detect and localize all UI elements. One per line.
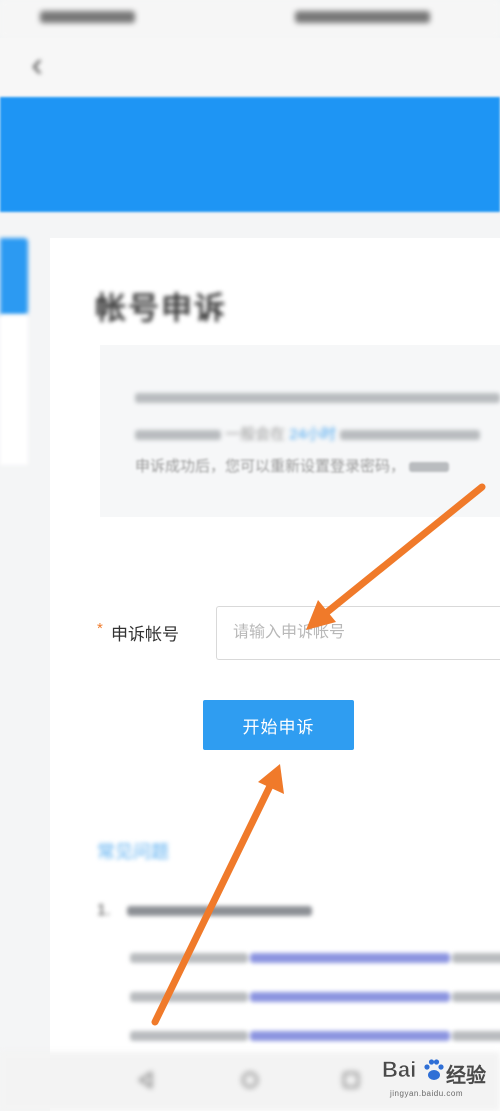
watermark-suffix: 经验 xyxy=(446,1065,486,1087)
notice-box: 一般会在 24小时 申诉成功后，您可以重新设置登录密码， xyxy=(100,345,500,517)
watermark-brand: Bai xyxy=(382,1057,417,1083)
notice-line-3: 申诉成功后，您可以重新设置登录密码， xyxy=(135,455,450,476)
baidu-jingyan-watermark: Bai 经验 jingyan.baidu.com xyxy=(382,1055,498,1107)
screen: ‹ 帐号申诉 一般会在 24小时 申诉成功后，您可以重新设置登录密码， * 申诉… xyxy=(0,0,500,1111)
status-right-indicators xyxy=(295,11,430,23)
nav-recent-icon[interactable] xyxy=(341,1070,361,1090)
nav-home-icon[interactable] xyxy=(240,1070,260,1090)
sidebar-item[interactable] xyxy=(0,315,28,465)
notice-line-2: 一般会在 24小时 xyxy=(135,423,481,444)
watermark-url: jingyan.baidu.com xyxy=(390,1089,463,1098)
page-title: 帐号申诉 xyxy=(95,291,227,326)
notice-line-2-text: 一般会在 xyxy=(225,426,286,443)
account-input[interactable] xyxy=(216,606,500,660)
status-bar xyxy=(0,0,500,38)
status-left-indicators xyxy=(40,11,135,23)
app-header: ‹ xyxy=(0,38,500,97)
sidebar-active-item[interactable] xyxy=(0,238,28,315)
notice-highlight: 24小时 xyxy=(289,426,337,443)
account-label: 申诉帐号 xyxy=(111,625,179,644)
faq-item-number: 1. xyxy=(97,902,111,919)
faq-answer-line xyxy=(130,949,500,963)
nav-back-icon[interactable] xyxy=(136,1070,156,1090)
faq-answer-line xyxy=(130,1027,500,1041)
chevron-left-icon[interactable]: ‹ xyxy=(22,48,52,84)
paw-icon xyxy=(424,1059,444,1080)
faq-item-1[interactable]: 1. xyxy=(97,902,312,920)
banner xyxy=(0,97,500,212)
faq-title[interactable]: 常见问题 xyxy=(97,838,169,864)
notice-line-3-text: 申诉成功后，您可以重新设置登录密码， xyxy=(135,458,406,475)
notice-line-1 xyxy=(135,389,500,406)
required-mark: * xyxy=(97,620,103,637)
start-appeal-button[interactable]: 开始申诉 xyxy=(203,700,354,750)
faq-answer-line xyxy=(130,988,500,1002)
